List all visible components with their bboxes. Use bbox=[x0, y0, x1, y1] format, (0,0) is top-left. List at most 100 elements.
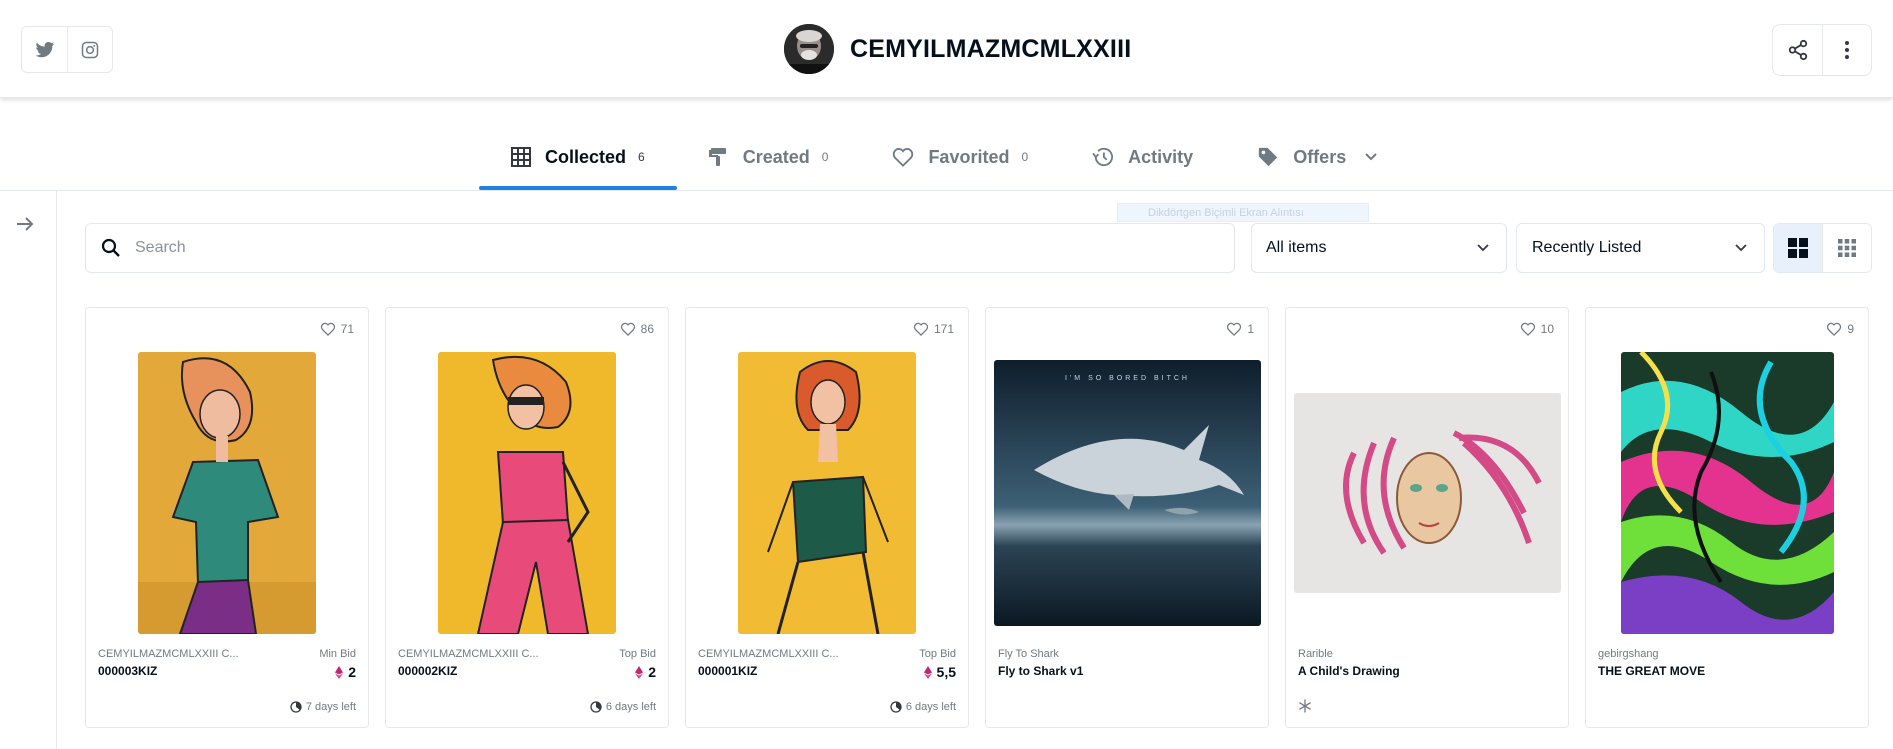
collection-name[interactable]: Rarible bbox=[1298, 648, 1333, 660]
tab-label: Activity bbox=[1128, 146, 1194, 167]
snowflake-icon bbox=[1299, 699, 1311, 713]
expand-filters-button[interactable] bbox=[14, 213, 36, 235]
collection-name[interactable]: CEMYILMAZMCMLXXIII C... bbox=[698, 648, 839, 660]
collection-name[interactable]: gebirgshang bbox=[1598, 648, 1659, 660]
search-icon bbox=[101, 238, 120, 257]
tab-label: Favorited bbox=[928, 146, 1010, 167]
heart-icon bbox=[1227, 322, 1242, 336]
clock-icon bbox=[890, 701, 902, 713]
time-left: 7 days left bbox=[290, 701, 356, 713]
tab-label: Offers bbox=[1293, 146, 1347, 167]
nft-image bbox=[1294, 393, 1561, 593]
time-left: 6 days left bbox=[890, 701, 956, 713]
tab-count: 0 bbox=[1021, 150, 1029, 164]
twitter-button[interactable] bbox=[22, 27, 67, 72]
art-caption: I'M SO BORED BITCH bbox=[1065, 374, 1190, 382]
heart-icon bbox=[320, 322, 335, 336]
nft-image bbox=[738, 352, 916, 634]
instagram-icon bbox=[81, 41, 99, 58]
nft-card[interactable]: 9 gebirgshang THE GREAT MOVE bbox=[1585, 307, 1869, 728]
heart-icon bbox=[913, 322, 929, 336]
history-icon bbox=[1092, 147, 1114, 166]
nft-image bbox=[994, 360, 1261, 626]
tab-count: 0 bbox=[821, 150, 829, 164]
bid-label: Top Bid bbox=[619, 648, 656, 660]
large-grid-button[interactable] bbox=[1774, 224, 1822, 272]
large-grid-icon bbox=[1788, 238, 1808, 258]
search-box bbox=[85, 223, 1235, 273]
eth-icon bbox=[635, 665, 644, 679]
collection-name[interactable]: CEMYILMAZMCMLXXIII C... bbox=[398, 648, 539, 660]
filter-rail bbox=[0, 191, 57, 749]
items-filter-select[interactable]: All items bbox=[1251, 223, 1507, 273]
collection-name[interactable]: Fly To Shark bbox=[998, 648, 1059, 660]
nft-card[interactable]: 10 Rarible A Child's Drawing bbox=[1285, 307, 1569, 728]
search-input[interactable] bbox=[135, 239, 1035, 257]
tab-created[interactable]: Created 0 bbox=[677, 132, 861, 182]
arrow-right-icon bbox=[17, 217, 34, 231]
tab-favorited[interactable]: Favorited 0 bbox=[860, 132, 1060, 182]
brush-icon bbox=[708, 148, 726, 166]
grid-icon bbox=[511, 147, 531, 167]
price: 2 bbox=[635, 664, 656, 680]
view-toggle bbox=[1773, 223, 1872, 273]
price: 2 bbox=[335, 664, 356, 680]
heart-icon bbox=[1827, 322, 1842, 336]
heart-icon bbox=[620, 322, 635, 336]
nft-name[interactable]: A Child's Drawing bbox=[1298, 664, 1400, 678]
tab-offers[interactable]: Offers bbox=[1225, 132, 1410, 182]
tab-collected[interactable]: Collected 6 bbox=[479, 132, 677, 190]
collection-name[interactable]: CEMYILMAZMCMLXXIII C... bbox=[98, 648, 239, 660]
twitter-icon bbox=[35, 41, 54, 57]
nft-card[interactable]: 171 CEMYILMAZMCMLXXIII C... 000001KIZ To… bbox=[685, 307, 969, 728]
tabs-divider bbox=[0, 190, 1893, 191]
more-vertical-icon bbox=[1845, 41, 1849, 59]
like-count[interactable]: 171 bbox=[913, 322, 954, 336]
heart-icon bbox=[1520, 322, 1535, 336]
profile-username: CEMYILMAZMCMLXXIII bbox=[850, 34, 1132, 63]
instagram-button[interactable] bbox=[67, 27, 112, 72]
tab-count: 6 bbox=[638, 150, 645, 164]
chevron-down-icon bbox=[1735, 244, 1747, 252]
chevron-down-icon bbox=[1365, 153, 1377, 161]
nft-name[interactable]: 000003KIZ bbox=[98, 664, 157, 678]
header-actions bbox=[1772, 24, 1872, 76]
heart-icon bbox=[893, 148, 914, 167]
like-count[interactable]: 1 bbox=[1226, 322, 1254, 336]
like-count[interactable]: 9 bbox=[1826, 322, 1854, 336]
nft-card[interactable]: 1 I'M SO BORED BITCH Fly To Shark Fly to… bbox=[985, 307, 1269, 728]
share-button[interactable] bbox=[1773, 25, 1822, 75]
small-grid-icon bbox=[1838, 239, 1856, 257]
like-count[interactable]: 71 bbox=[320, 322, 354, 336]
bid-label: Top Bid bbox=[919, 648, 956, 660]
price: 5,5 bbox=[923, 664, 956, 680]
nft-name[interactable]: Fly to Shark v1 bbox=[998, 664, 1083, 678]
tab-label: Collected bbox=[545, 146, 627, 167]
eth-icon bbox=[923, 665, 932, 679]
small-grid-button[interactable] bbox=[1822, 224, 1871, 272]
nft-name[interactable]: 000002KIZ bbox=[398, 664, 457, 678]
bid-label: Min Bid bbox=[319, 648, 356, 660]
items-filter-value: All items bbox=[1266, 239, 1327, 256]
avatar[interactable] bbox=[784, 24, 834, 74]
nft-card[interactable]: 86 CEMYILMAZMCMLXXIII C... 000002KIZ Top… bbox=[385, 307, 669, 728]
nft-card[interactable]: 71 CEMYILMAZMCMLXXIII C... 000003KIZ Min… bbox=[85, 307, 369, 728]
nft-image bbox=[438, 352, 616, 634]
tab-activity[interactable]: Activity bbox=[1060, 132, 1225, 182]
share-icon bbox=[1788, 39, 1807, 61]
nft-name[interactable]: 000001KIZ bbox=[698, 664, 757, 678]
social-links bbox=[21, 26, 113, 73]
sort-value: Recently Listed bbox=[1532, 239, 1642, 256]
screenshot-tool-tooltip: Dikdörtgen Biçimli Ekran Alıntısı bbox=[1117, 203, 1369, 222]
nft-image bbox=[1621, 352, 1834, 634]
tag-icon bbox=[1259, 147, 1278, 167]
chevron-down-icon bbox=[1477, 244, 1489, 252]
nft-name[interactable]: THE GREAT MOVE bbox=[1598, 664, 1705, 678]
more-options-button[interactable] bbox=[1822, 25, 1871, 75]
frozen-metadata-indicator bbox=[1298, 699, 1312, 718]
like-count[interactable]: 10 bbox=[1520, 322, 1554, 336]
like-count[interactable]: 86 bbox=[620, 322, 654, 336]
clock-icon bbox=[590, 701, 602, 713]
time-left: 6 days left bbox=[590, 701, 656, 713]
sort-select[interactable]: Recently Listed bbox=[1516, 223, 1765, 273]
